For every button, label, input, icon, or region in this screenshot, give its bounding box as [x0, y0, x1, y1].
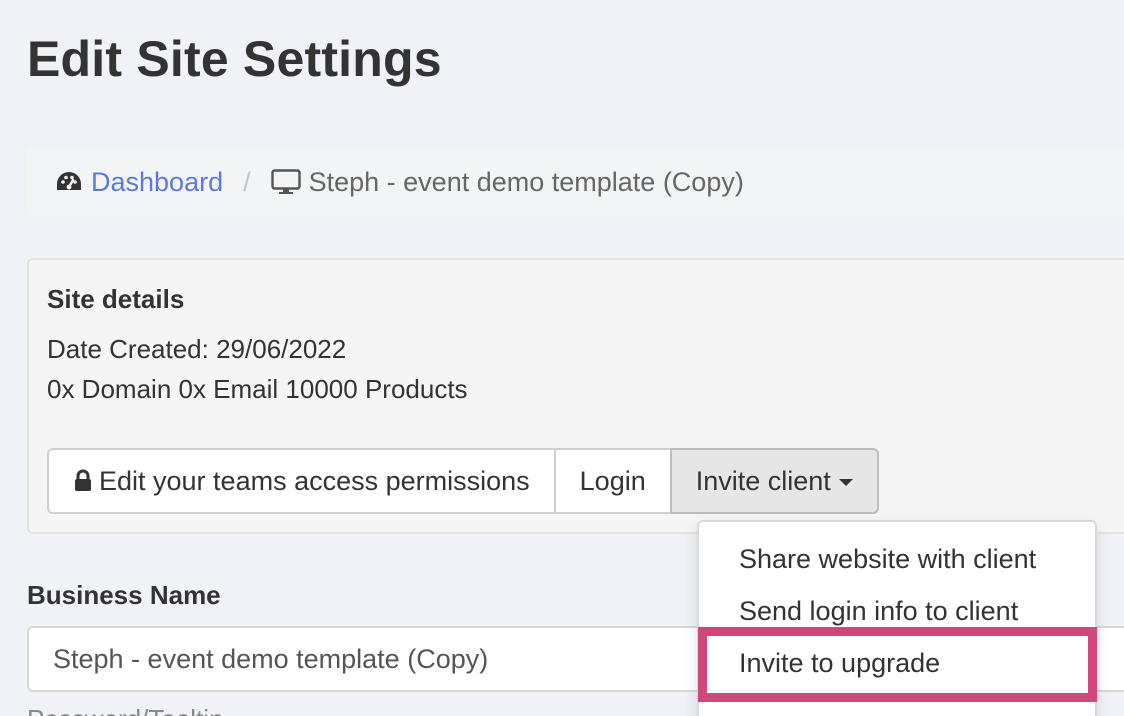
- site-details-heading: Site details: [47, 284, 185, 314]
- breadcrumb-current-label: Steph - event demo template (Copy): [308, 166, 744, 197]
- edit-site-settings-page: Edit Site Settings Dashboard / Steph - e…: [0, 0, 1124, 716]
- invite-client-dropdown-menu: Share website with client Send login inf…: [697, 520, 1097, 716]
- edit-permissions-button[interactable]: Edit your teams access permissions: [47, 448, 556, 514]
- dashboard-gauge-icon: [55, 170, 83, 194]
- lock-icon: [73, 469, 93, 493]
- menu-item-send-login-info[interactable]: Send login info to client: [739, 596, 1018, 627]
- site-details-panel: Site details Date Created: 29/06/2022 0x…: [27, 258, 1124, 534]
- site-summary: 0x Domain 0x Email 10000 Products: [47, 374, 468, 404]
- invite-client-dropdown-button[interactable]: Invite client: [669, 448, 879, 514]
- breadcrumb-separator: /: [243, 166, 251, 197]
- date-created: Date Created: 29/06/2022: [47, 334, 347, 364]
- menu-item-share-website[interactable]: Share website with client: [739, 544, 1036, 575]
- login-button[interactable]: Login: [553, 448, 672, 514]
- breadcrumb: Dashboard / Steph - event demo template …: [27, 148, 1124, 216]
- business-name-label: Business Name: [27, 580, 221, 610]
- desktop-monitor-icon: [270, 169, 301, 195]
- next-field-label: Password/Tooltip: [27, 704, 224, 716]
- page-title: Edit Site Settings: [27, 31, 442, 87]
- caret-down-icon: [838, 479, 853, 486]
- breadcrumb-dashboard-link[interactable]: Dashboard: [91, 167, 223, 198]
- menu-item-invite-to-upgrade[interactable]: Invite to upgrade: [739, 648, 940, 679]
- invite-client-label: Invite client: [695, 465, 831, 496]
- edit-permissions-label: Edit your teams access permissions: [99, 465, 530, 496]
- breadcrumb-dashboard[interactable]: Dashboard: [27, 167, 223, 198]
- site-actions-button-group: Edit your teams access permissions Login…: [47, 448, 879, 514]
- breadcrumb-current: Steph - event demo template (Copy): [270, 166, 744, 198]
